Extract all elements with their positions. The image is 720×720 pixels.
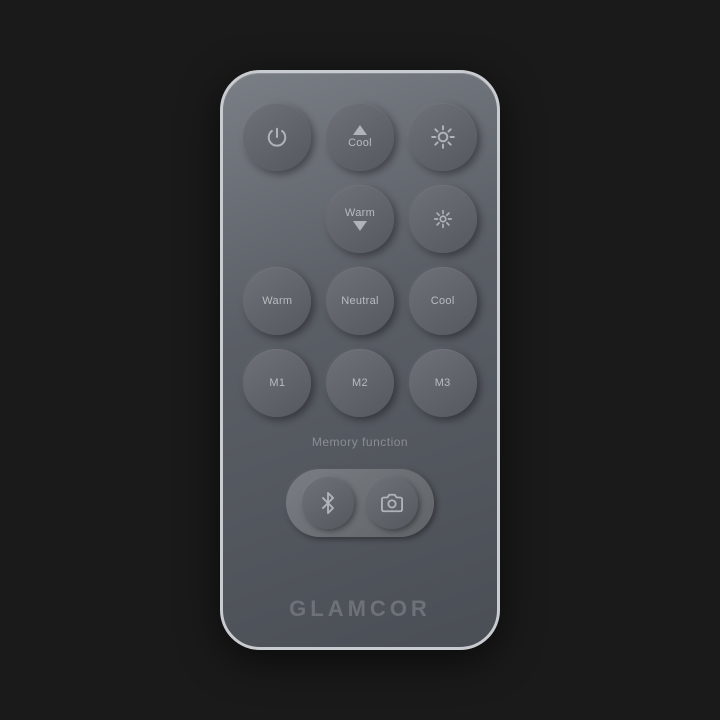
remote-control: Cool xyxy=(220,70,500,650)
neutral-label: Neutral xyxy=(341,295,379,307)
cool-up-label: Cool xyxy=(348,137,372,149)
warm-down-label: Warm xyxy=(345,207,375,219)
bluetooth-button[interactable] xyxy=(302,477,354,529)
power-button[interactable] xyxy=(243,103,311,171)
cool-button[interactable]: Cool xyxy=(409,267,477,335)
m3-button[interactable]: M3 xyxy=(409,349,477,417)
memory-function-label: Memory function xyxy=(312,435,408,449)
arrow-down-icon xyxy=(353,221,367,231)
brand-name: GLAMCOR xyxy=(289,586,431,622)
m1-button[interactable]: M1 xyxy=(243,349,311,417)
warm-down-button[interactable]: Warm xyxy=(326,185,394,253)
button-row-3: Warm Neutral Cool xyxy=(243,267,477,335)
m2-button[interactable]: M2 xyxy=(326,349,394,417)
brightness-high-button[interactable] xyxy=(409,103,477,171)
arrow-up-icon xyxy=(353,125,367,135)
button-row-1: Cool xyxy=(243,103,477,171)
m2-label: M2 xyxy=(352,377,368,389)
warm-button[interactable]: Warm xyxy=(243,267,311,335)
button-row-4: M1 M2 M3 xyxy=(243,349,477,417)
warm-label: Warm xyxy=(262,295,292,307)
cool-up-button[interactable]: Cool xyxy=(326,103,394,171)
m3-label: M3 xyxy=(435,377,451,389)
bottom-bar xyxy=(286,469,434,537)
camera-button[interactable] xyxy=(366,477,418,529)
cool-label: Cool xyxy=(431,295,455,307)
button-row-2: Warm xyxy=(243,185,477,253)
m1-label: M1 xyxy=(269,377,285,389)
brightness-low-button[interactable] xyxy=(409,185,477,253)
neutral-button[interactable]: Neutral xyxy=(326,267,394,335)
